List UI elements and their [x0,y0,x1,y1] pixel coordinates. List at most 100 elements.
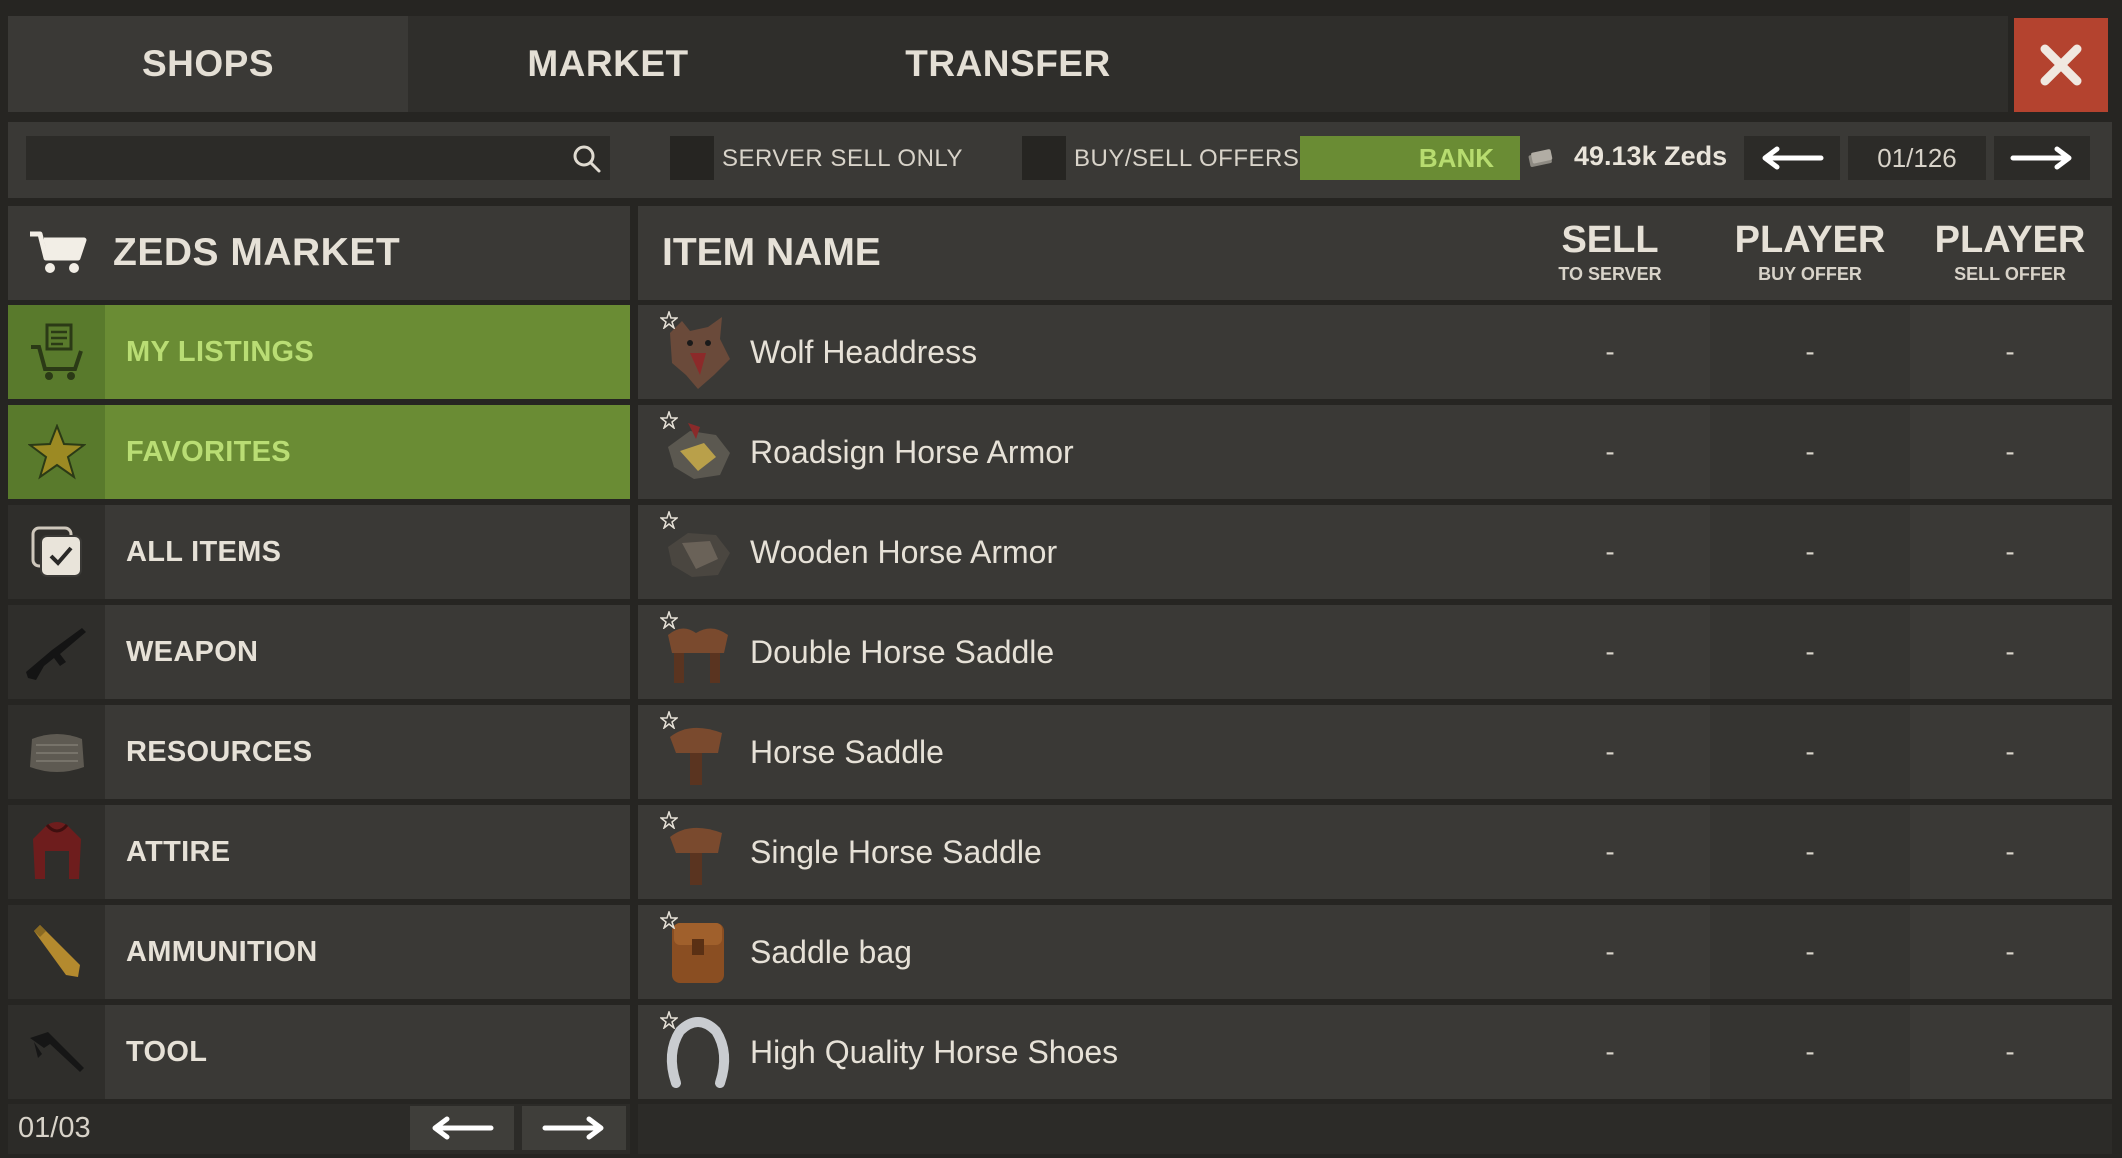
player-buy-offer-value: - [1805,836,1815,867]
table-row[interactable]: Double Horse Saddle - - - [638,605,2112,699]
item-name: Roadsign Horse Armor [750,433,1074,470]
player-sell-offer-value: - [2005,436,2015,467]
column-title: PLAYER [1734,219,1886,261]
close-button[interactable] [2014,18,2108,112]
sidebar-item-ammunition[interactable]: AMMUNITION [8,905,630,999]
search-icon[interactable] [572,144,602,174]
item-name: Horse Saddle [750,733,944,770]
item-name: Wolf Headdress [750,333,978,370]
player-buy-offer-value: - [1805,936,1815,967]
sidebar-item-label: WEAPON [126,635,259,668]
next-page-button[interactable] [1994,136,2090,180]
money-icon [1528,149,1553,167]
table-row[interactable]: High Quality Horse Shoes - - - [638,1005,2112,1099]
favorite-star-icon[interactable] [660,511,678,529]
player-buy-offer-value: - [1805,736,1815,767]
prev-page-button[interactable] [1744,136,1840,180]
sidebar-item-resources[interactable]: RESOURCES [8,705,630,799]
player-sell-offer-value: - [2005,836,2015,867]
arrow-right-icon [542,1116,604,1140]
sell-to-server-value: - [1605,536,1615,567]
rifle-icon [8,605,105,699]
tab-shops[interactable]: SHOPS [8,16,408,112]
cart-icon [30,231,87,273]
sell-to-server-value: - [1605,936,1615,967]
column-item-name: ITEM NAME [662,231,881,274]
item-name: Double Horse Saddle [750,633,1055,670]
tab-market[interactable]: MARKET [408,16,808,112]
column-sell-to-server: SELL TO SERVER [1510,218,1710,286]
hoodie-icon [8,805,105,899]
checkbox-icon [8,505,105,599]
sell-to-server-value: - [1605,436,1615,467]
player-sell-offer-value: - [2005,636,2015,667]
bank-button[interactable]: BANK [1300,136,1520,180]
sidebar-item-favorites[interactable]: FAVORITES [8,405,630,499]
sidebar-item-label: FAVORITES [126,435,291,468]
player-buy-offer-value: - [1805,536,1815,567]
item-name: High Quality Horse Shoes [750,1033,1119,1070]
arrow-right-icon [2010,146,2072,170]
player-buy-offer-value: - [1805,336,1815,367]
column-subtitle: SELL OFFER [1954,264,2066,284]
player-sell-offer-value: - [2005,936,2015,967]
page-indicator: 01/126 [1848,136,1986,180]
table-row[interactable]: Single Horse Saddle - - - [638,805,2112,899]
sidebar-item-label: ATTIRE [126,835,231,868]
sidebar-item-attire[interactable]: ATTIRE [8,805,630,899]
sidebar-item-all-items[interactable]: ALL ITEMS [8,505,630,599]
player-sell-offer-value: - [2005,536,2015,567]
bag-icon [8,705,105,799]
player-buy-offer-value: - [1805,436,1815,467]
sidebar-item-my-listings[interactable]: MY LISTINGS [8,305,630,399]
favorite-star-icon[interactable] [660,711,678,729]
column-title: PLAYER [1934,219,2086,261]
favorite-star-icon[interactable] [660,611,678,629]
player-buy-offer-value: - [1805,636,1815,667]
favorite-star-icon[interactable] [660,1011,678,1029]
bullet-icon [8,905,105,999]
sidebar-prev-button[interactable] [410,1106,514,1150]
sell-to-server-value: - [1605,836,1615,867]
favorite-star-icon[interactable] [660,911,678,929]
player-sell-offer-value: - [2005,1036,2015,1067]
server-sell-only-label: SERVER SELL ONLY [722,145,963,172]
table-footer [638,1104,2112,1154]
column-player-buy-offer: PLAYER BUY OFFER [1710,218,1910,286]
top-tabs: SHOPS MARKET TRANSFER [8,16,2008,112]
close-icon [2040,44,2082,86]
server-sell-only-checkbox[interactable] [670,136,714,180]
sell-to-server-value: - [1605,1036,1615,1067]
search-input[interactable] [26,136,610,180]
buy-sell-offers-checkbox[interactable] [1022,136,1066,180]
sidebar-item-weapon[interactable]: WEAPON [8,605,630,699]
table-row[interactable]: Wolf Headdress - - - [638,305,2112,399]
player-buy-offer-value: - [1805,1036,1815,1067]
sell-to-server-value: - [1605,336,1615,367]
table-row[interactable]: Wooden Horse Armor - - - [638,505,2112,599]
table-row[interactable]: Horse Saddle - - - [638,705,2112,799]
sidebar-page-indicator: 01/03 [18,1112,91,1144]
tab-transfer[interactable]: TRANSFER [808,16,1208,112]
arrow-left-icon [432,1116,494,1140]
table-row[interactable]: Roadsign Horse Armor - - - [638,405,2112,499]
sell-to-server-value: - [1605,736,1615,767]
table-row[interactable]: Saddle bag - - - [638,905,2112,999]
column-title: SELL [1561,219,1659,261]
favorite-star-icon[interactable] [660,811,678,829]
sidebar-title: ZEDS MARKET [113,231,401,274]
sidebar-item-label: RESOURCES [126,735,313,768]
sidebar-item-label: TOOL [126,1035,208,1068]
sidebar-item-tool[interactable]: TOOL [8,1005,630,1099]
favorite-star-icon[interactable] [660,311,678,329]
arrow-left-icon [1762,146,1824,170]
sidebar-next-button[interactable] [522,1106,626,1150]
item-name: Single Horse Saddle [750,833,1042,870]
favorite-star-icon[interactable] [660,411,678,429]
item-name: Saddle bag [750,933,912,970]
balance-text: 49.13k Zeds [1574,141,1728,171]
player-sell-offer-value: - [2005,336,2015,367]
sell-to-server-value: - [1605,636,1615,667]
tool-icon [8,1005,105,1099]
column-subtitle: BUY OFFER [1758,264,1862,284]
